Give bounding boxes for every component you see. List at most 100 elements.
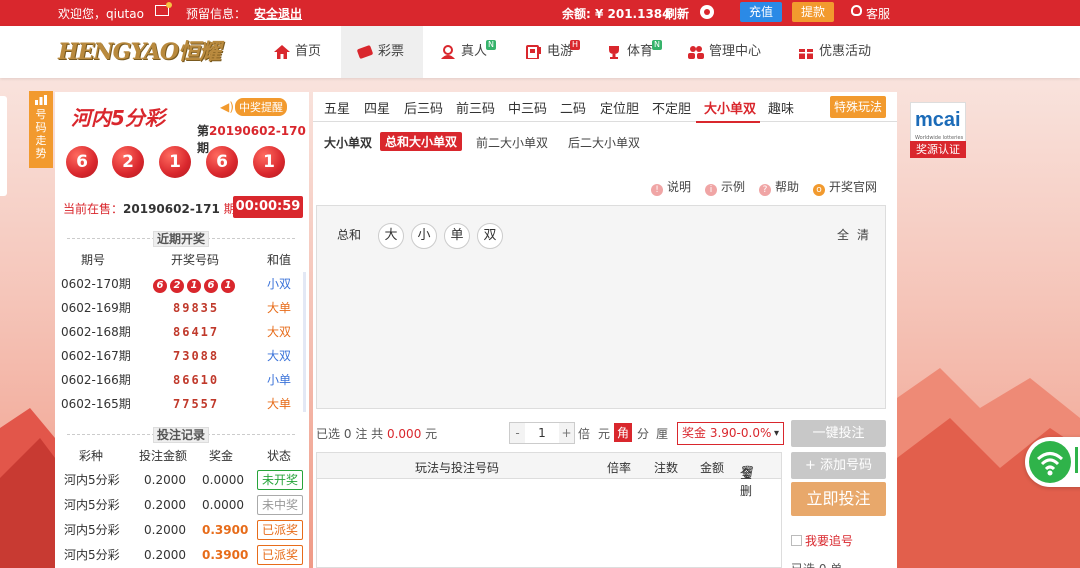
table-row[interactable]: 河内5分彩 0.2000 0.3900 已派奖	[55, 518, 304, 543]
withdraw-button[interactable]: 提款	[792, 2, 834, 22]
sub-tab-sum-bsoe[interactable]: 总和大小单双	[380, 132, 463, 151]
pick-row-label: 总和	[337, 228, 362, 242]
nav-sports[interactable]: 体育 N	[606, 26, 678, 78]
amount-cell: 0.2000	[144, 523, 186, 537]
number-trend-tab[interactable]: 号码走势	[29, 91, 53, 168]
prize-remind-toggle[interactable]: ◀) 中奖提醒	[220, 98, 287, 116]
tab-fun[interactable]: 趣味	[768, 98, 794, 117]
floating-wifi-widget[interactable]	[1025, 437, 1080, 487]
pick-big-button[interactable]: 大	[378, 223, 404, 249]
decrement-button[interactable]: -	[510, 423, 525, 443]
pick-small-button[interactable]: 小	[411, 223, 437, 249]
table-row: 0602-165期 77557 大单	[55, 392, 303, 416]
sum-cell: 小双	[267, 277, 292, 291]
clear-button[interactable]: 清	[857, 226, 869, 243]
checkbox-box[interactable]	[791, 535, 802, 546]
code-cell: 73088	[173, 349, 220, 363]
scrollbar[interactable]	[303, 272, 306, 412]
chase-checkbox[interactable]: 我要追号	[791, 532, 853, 549]
col-header: 彩种	[79, 449, 104, 463]
unit-yuan[interactable]: 元	[598, 425, 610, 442]
increment-button[interactable]: +	[559, 423, 574, 443]
eye-icon[interactable]	[700, 5, 714, 19]
nav-home[interactable]: 首页	[262, 26, 334, 78]
tab-first-three[interactable]: 前三码	[456, 98, 495, 117]
result-ball: 1	[253, 146, 285, 178]
note-unit: 注 共	[355, 427, 384, 441]
tab-big-small-odd-even[interactable]: 大小单双	[695, 98, 761, 123]
game-cell: 河内5分彩	[64, 498, 120, 512]
current-issue: 20190602-171	[123, 202, 220, 216]
cert-label: 奖源认证	[910, 141, 966, 158]
issue-suffix: 期	[197, 141, 210, 155]
nav-live[interactable]: 真人 N	[440, 26, 512, 78]
multiplier-value[interactable]: 1	[525, 423, 559, 443]
help-link[interactable]: ? 帮助	[759, 178, 799, 196]
customer-service-icon[interactable]	[851, 5, 862, 16]
lottery-ticket-icon	[357, 44, 373, 59]
submit-bet-button[interactable]: 立即投注	[791, 482, 886, 516]
left-edge-panel[interactable]	[0, 96, 7, 196]
example-link[interactable]: i 示例	[705, 178, 745, 196]
select-all-button[interactable]: 全	[837, 226, 849, 243]
logout-link[interactable]: 安全退出	[254, 5, 302, 22]
table-header-row: 彩种 投注金额 奖金 状态	[55, 444, 303, 468]
nav-management[interactable]: 管理中心	[688, 26, 778, 78]
bet-amount: 0.000	[386, 427, 422, 441]
status-badge: 未开奖	[257, 470, 304, 490]
site-logo[interactable]: HENGYAO恒耀	[58, 37, 221, 67]
add-number-button[interactable]: + 添加号码	[791, 452, 886, 479]
tab-last-three[interactable]: 后三码	[404, 98, 443, 117]
recharge-button[interactable]: 充值	[740, 2, 782, 22]
countdown-timer: 00:00:59	[233, 196, 303, 218]
tab-position[interactable]: 定位胆	[600, 98, 639, 117]
code-cell: 89835	[173, 301, 220, 315]
mail-icon[interactable]	[155, 2, 172, 16]
mini-ball: 6	[153, 279, 167, 293]
table-row[interactable]: 河内5分彩 0.2000 0.0000 未开奖	[55, 468, 304, 493]
mini-ball: 1	[187, 279, 201, 293]
betting-panel: 五星 四星 后三码 前三码 中三码 二码 定位胆 不定胆 大小单双 趣味 特殊玩…	[313, 92, 897, 568]
col-header: 倍率	[607, 461, 632, 475]
official-draw-link[interactable]: o 开奖官网	[813, 178, 877, 196]
tab-five-star[interactable]: 五星	[324, 98, 350, 117]
official-site-icon: o	[813, 184, 825, 196]
link-label: 开奖官网	[829, 180, 878, 194]
lottery-info-panel: 河内5分彩 ◀) 中奖提醒 第20190602-170 期 6 2 1 6 1 当前…	[55, 92, 309, 568]
pick-odd-button[interactable]: 单	[444, 223, 470, 249]
issue-cell: 0602-166期	[61, 373, 131, 387]
col-header: 状态	[267, 449, 292, 463]
issue-cell: 0602-165期	[61, 397, 131, 411]
nav-lottery[interactable]: 彩票	[341, 26, 423, 78]
unit-jiao[interactable]: 角	[614, 423, 633, 442]
code-cell: 77557	[173, 397, 220, 411]
pick-even-button[interactable]: 双	[477, 223, 503, 249]
refresh-balance-link[interactable]: 刷新	[665, 5, 689, 22]
delete-all-label: 全删	[740, 467, 753, 498]
nav-slots[interactable]: 电游 H	[526, 26, 598, 78]
sub-tab-front-two-bsoe[interactable]: 前二大小单双	[476, 134, 548, 151]
quick-bet-button[interactable]: 一键投注	[791, 420, 886, 447]
sub-tab-back-two-bsoe[interactable]: 后二大小单双	[568, 134, 640, 151]
tab-two-code[interactable]: 二码	[560, 98, 586, 117]
unit-fen[interactable]: 分	[637, 425, 649, 442]
special-play-button[interactable]: 特殊玩法	[830, 96, 886, 118]
multiplier-stepper[interactable]: - 1 +	[509, 422, 575, 444]
tab-middle-three[interactable]: 中三码	[508, 98, 547, 117]
game-cell: 河内5分彩	[64, 523, 120, 537]
unit-li[interactable]: 厘	[656, 425, 668, 442]
speaker-icon: ◀)	[220, 100, 234, 114]
tab-four-star[interactable]: 四星	[364, 98, 390, 117]
new-badge: N	[486, 40, 496, 50]
mini-ball: 2	[170, 279, 184, 293]
customer-service-link[interactable]: 客服	[866, 5, 890, 22]
sum-cell: 小单	[267, 373, 292, 387]
nav-promotions[interactable]: 优惠活动	[798, 26, 888, 78]
description-link[interactable]: ! 说明	[651, 178, 691, 196]
bet-records-table: 彩种 投注金额 奖金 状态 河内5分彩 0.2000 0.0000 未开奖 河内…	[55, 444, 304, 568]
tab-any-position[interactable]: 不定胆	[652, 98, 691, 117]
table-row[interactable]: 河内5分彩 0.2000 0.0000 未中奖	[55, 493, 304, 518]
table-row[interactable]: 河内5分彩 0.2000 0.3900 已派奖	[55, 543, 304, 568]
col-header: 和值	[267, 253, 292, 267]
odds-select[interactable]: 奖金 3.90-0.0%	[677, 422, 784, 445]
